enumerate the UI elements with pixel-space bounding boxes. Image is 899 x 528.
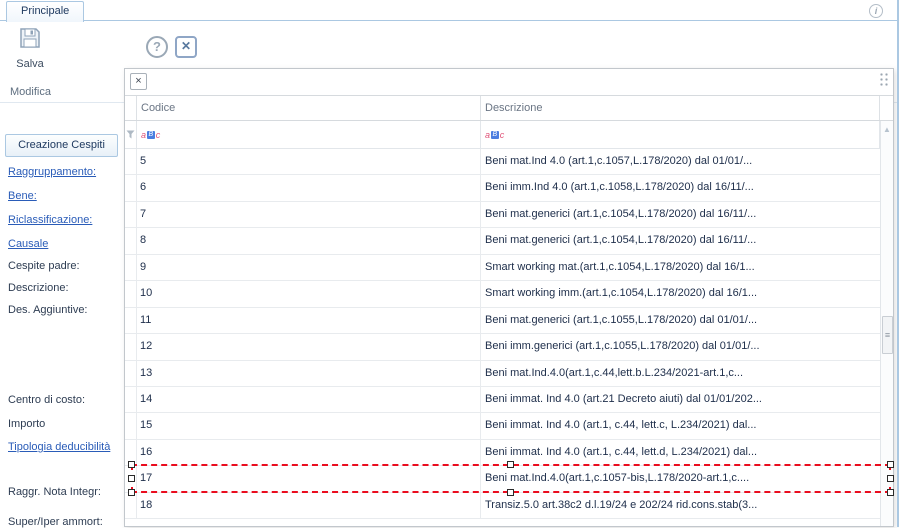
annotation-handle[interactable] (128, 489, 135, 496)
sidebar-item-tipologia-deducibilita[interactable]: Tipologia deducibilità (8, 441, 110, 453)
table-row[interactable]: 6Beni imm.Ind 4.0 (art.1,c.1058,L.178/20… (125, 175, 880, 201)
filter-abc-icon: aBc (141, 130, 160, 140)
cell-codice: 12 (137, 334, 481, 359)
help-button[interactable]: ? (146, 36, 168, 58)
cell-descrizione: Smart working imm.(art.1,c.1054,L.178/20… (481, 281, 880, 306)
annotation-handle[interactable] (507, 489, 514, 496)
ribbon-tabstrip: Principale (0, 0, 899, 21)
popup-close-button[interactable]: × (130, 73, 147, 90)
cell-codice: 15 (137, 413, 481, 438)
sidebar-item-super-iper-ammort: Super/Iper ammort: (8, 516, 103, 528)
row-indicator-header (125, 96, 137, 120)
cell-descrizione: Beni mat.generici (art.1,c.1054,L.178/20… (481, 228, 880, 253)
resize-grip-icon[interactable] (879, 72, 890, 87)
cell-codice: 7 (137, 202, 481, 227)
cell-codice: 18 (137, 493, 481, 518)
save-button-label: Salva (16, 58, 44, 70)
filter-cell-codice[interactable]: aBc (137, 121, 481, 148)
table-row[interactable]: 14Beni immat. Ind 4.0 (art.21 Decreto ai… (125, 387, 880, 413)
filter-abc-icon: aBc (485, 130, 504, 140)
filter-cell-descrizione[interactable]: aBc (481, 121, 880, 148)
cell-codice: 11 (137, 308, 481, 333)
table-row[interactable]: 16Beni immat. Ind 4.0 (art.1, c.44, lett… (125, 440, 880, 466)
cell-codice: 5 (137, 149, 481, 174)
scroll-up-arrow-icon[interactable]: ▲ (881, 121, 893, 139)
annotation-handle[interactable] (507, 461, 514, 468)
sidebar-item-centro-di-costo: Centro di costo: (8, 394, 85, 406)
selection-annotation (131, 464, 891, 493)
save-button[interactable]: Salva (8, 26, 52, 78)
cell-codice: 14 (137, 387, 481, 412)
tab-creazione-cespiti[interactable]: Creazione Cespiti (5, 134, 118, 157)
tab-principale[interactable]: Principale (6, 1, 84, 22)
cell-codice: 16 (137, 440, 481, 465)
table-row[interactable]: 10Smart working imm.(art.1,c.1054,L.178/… (125, 281, 880, 307)
cell-descrizione: Beni immat. Ind 4.0 (art.1, c.44, lett.d… (481, 440, 880, 465)
cell-descrizione: Beni immat. Ind 4.0 (art.21 Decreto aiut… (481, 387, 880, 412)
table-row[interactable]: 5Beni mat.Ind 4.0 (art.1,c.1057,L.178/20… (125, 149, 880, 175)
cell-descrizione: Beni mat.generici (art.1,c.1054,L.178/20… (481, 202, 880, 227)
grid-header: Codice Descrizione (125, 95, 893, 121)
info-icon[interactable]: i (869, 4, 883, 18)
cell-descrizione: Transiz.5.0 art.38c2 d.l.19/24 e 202/24 … (481, 493, 880, 518)
annotation-handle[interactable] (128, 461, 135, 468)
sidebar-item-raggr-nota-integr: Raggr. Nota Integr: (8, 486, 101, 498)
table-row[interactable]: 8Beni mat.generici (art.1,c.1054,L.178/2… (125, 228, 880, 254)
sidebar-item-bene[interactable]: Bene: (8, 190, 37, 202)
annotation-handle[interactable] (887, 489, 894, 496)
cell-codice: 10 (137, 281, 481, 306)
annotation-handle[interactable] (887, 461, 894, 468)
column-header-descrizione[interactable]: Descrizione (481, 96, 880, 120)
table-row[interactable]: 9Smart working mat.(art.1,c.1054,L.178/2… (125, 255, 880, 281)
sidebar: Creazione Cespiti Raggruppamento: Bene: … (0, 104, 122, 527)
cell-descrizione: Beni mat.generici (art.1,c.1055,L.178/20… (481, 308, 880, 333)
annotation-handle[interactable] (887, 475, 894, 482)
table-row[interactable]: 12Beni imm.generici (art.1,c.1055,L.178/… (125, 334, 880, 360)
sidebar-item-raggruppamento[interactable]: Raggruppamento: (8, 166, 96, 178)
cell-descrizione: Beni mat.Ind.4.0(art.1,c.44,lett.b.L.234… (481, 361, 880, 386)
cell-descrizione: Beni immat. Ind 4.0 (art.1, c.44, lett.c… (481, 413, 880, 438)
table-row[interactable]: 7Beni mat.generici (art.1,c.1054,L.178/2… (125, 202, 880, 228)
sidebar-item-des-aggiuntive: Des. Aggiuntive: (8, 304, 88, 316)
filter-funnel-icon (125, 121, 137, 148)
sidebar-item-importo: Importo (8, 418, 45, 430)
table-row[interactable]: 15Beni immat. Ind 4.0 (art.1, c.44, lett… (125, 413, 880, 439)
lookup-popup: × Codice Descrizione aBc aBc 5Beni mat.I… (124, 68, 894, 527)
column-header-codice[interactable]: Codice (137, 96, 481, 120)
cell-codice: 9 (137, 255, 481, 280)
sidebar-item-cespite-padre: Cespite padre: (8, 260, 80, 272)
scrollbar-thumb[interactable]: ≡ (882, 316, 893, 354)
auto-filter-row: aBc aBc (125, 121, 893, 149)
cell-descrizione: Smart working mat.(art.1,c.1054,L.178/20… (481, 255, 880, 280)
sidebar-item-descrizione: Descrizione: (8, 282, 69, 294)
cell-codice: 8 (137, 228, 481, 253)
floppy-icon (18, 26, 42, 53)
table-row[interactable]: 18Transiz.5.0 art.38c2 d.l.19/24 e 202/2… (125, 493, 880, 519)
close-button[interactable]: ✕ (175, 36, 197, 58)
cell-descrizione: Beni mat.Ind 4.0 (art.1,c.1057,L.178/202… (481, 149, 880, 174)
annotation-handle[interactable] (128, 475, 135, 482)
sidebar-item-riclassificazione[interactable]: Riclassificazione: (8, 214, 92, 226)
table-row[interactable]: 11Beni mat.generici (art.1,c.1055,L.178/… (125, 308, 880, 334)
cell-codice: 6 (137, 175, 481, 200)
cell-codice: 13 (137, 361, 481, 386)
cell-descrizione: Beni imm.Ind 4.0 (art.1,c.1058,L.178/202… (481, 175, 880, 200)
cell-descrizione: Beni imm.generici (art.1,c.1055,L.178/20… (481, 334, 880, 359)
table-row[interactable]: 13Beni mat.Ind.4.0(art.1,c.44,lett.b.L.2… (125, 361, 880, 387)
ribbon-group-label: Modifica (10, 86, 51, 98)
sidebar-item-causale[interactable]: Causale (8, 238, 48, 250)
